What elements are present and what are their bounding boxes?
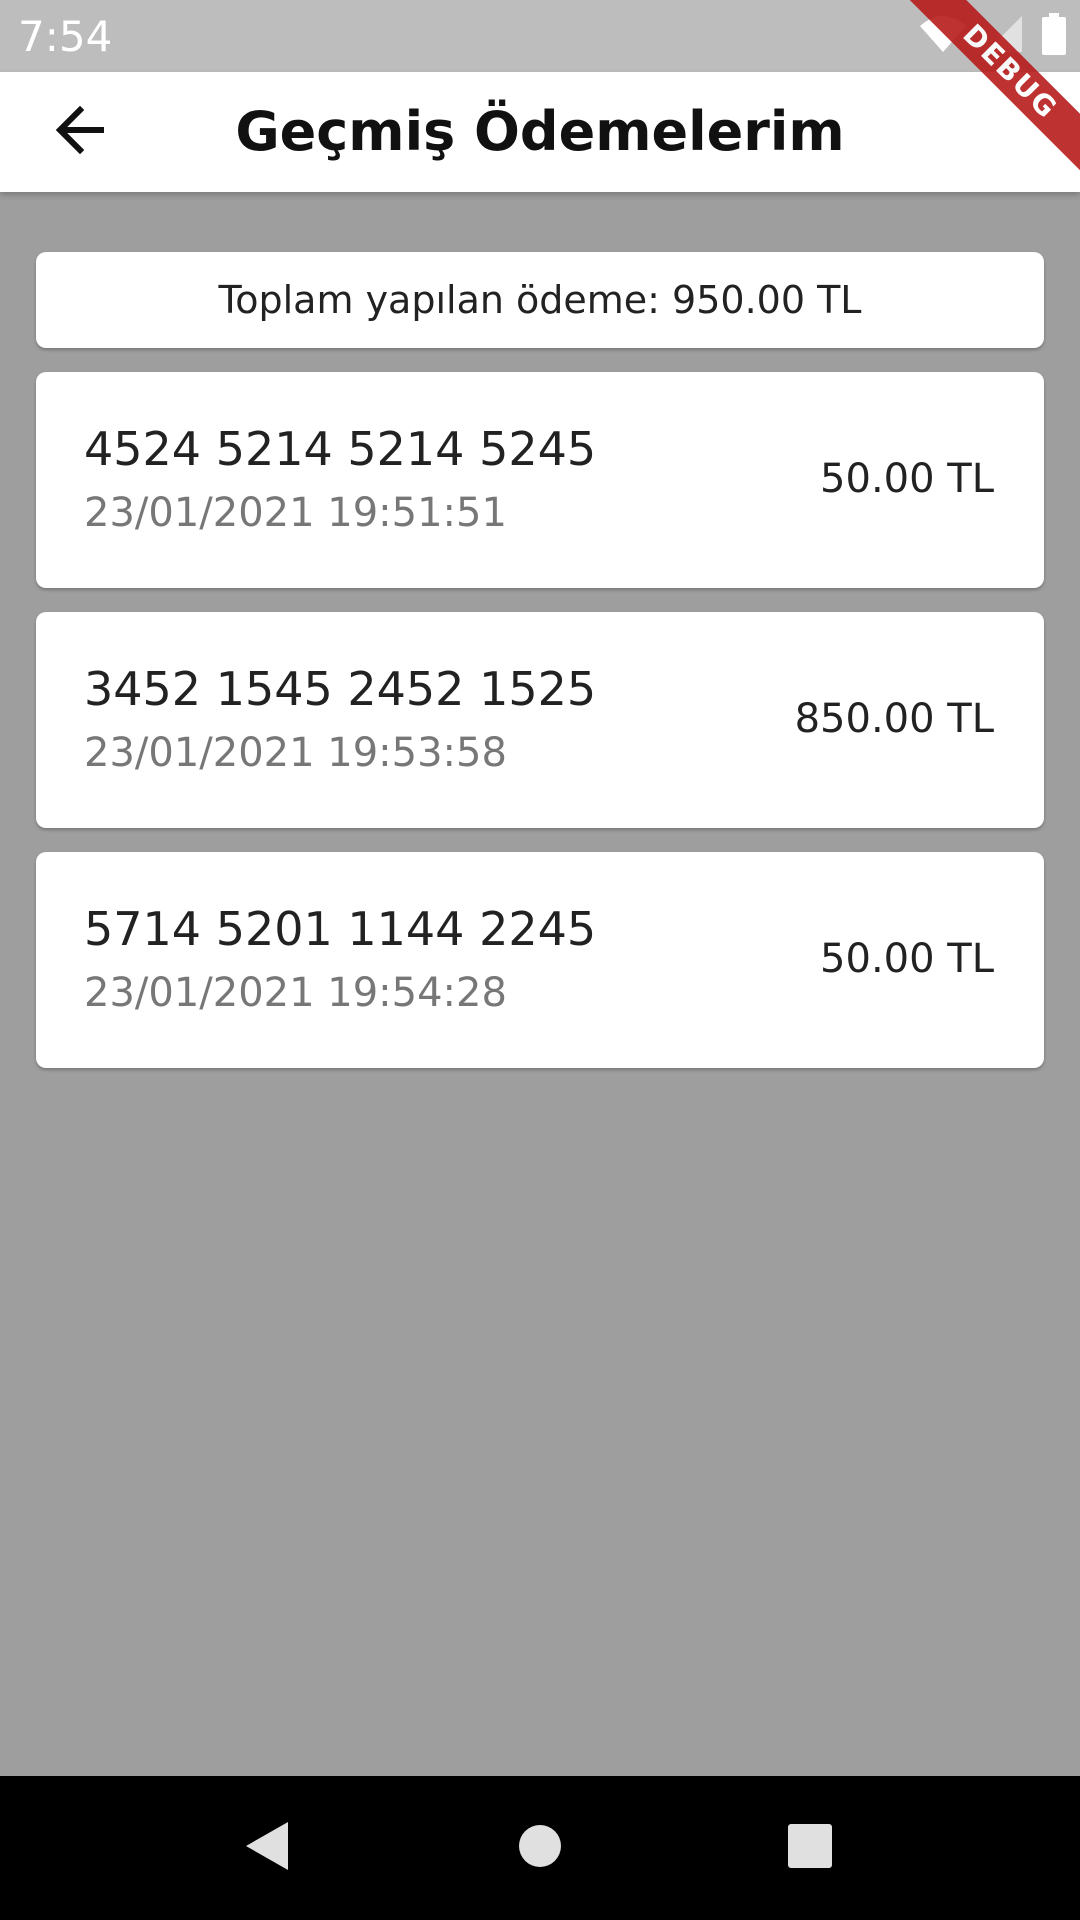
nav-recents-button[interactable]: [776, 1814, 844, 1882]
payment-amount: 850.00 TL: [794, 696, 994, 742]
payment-date: 23/01/2021 19:53:58: [84, 730, 507, 776]
status-icons: [920, 12, 1066, 60]
circle-home-icon: [517, 1823, 563, 1874]
payment-amount: 50.00 TL: [820, 456, 994, 502]
app-bar: Geçmiş Ödemelerim: [0, 72, 1080, 192]
page-title: Geçmiş Ödemelerim: [235, 100, 845, 163]
payment-card[interactable]: 4524 5214 5214 5245 23/01/2021 19:51:51 …: [36, 372, 1044, 588]
status-bar: 7:54: [0, 0, 1080, 72]
payment-date: 23/01/2021 19:51:51: [84, 490, 507, 536]
payment-date: 23/01/2021 19:54:28: [84, 970, 507, 1016]
payment-card[interactable]: 5714 5201 1144 2245 23/01/2021 19:54:28 …: [36, 852, 1044, 1068]
payment-card-number: 4524 5214 5214 5245: [84, 422, 597, 476]
payments-content: Toplam yapılan ödeme: 950.00 TL 4524 521…: [36, 252, 1044, 1068]
nav-back-button[interactable]: [232, 1814, 300, 1882]
payment-card-number: 3452 1545 2452 1525: [84, 662, 597, 716]
wifi-icon: [920, 14, 966, 59]
square-recents-icon: [786, 1822, 834, 1875]
payment-card-number: 5714 5201 1144 2245: [84, 902, 597, 956]
total-payment-card: Toplam yapılan ödeme: 950.00 TL: [36, 252, 1044, 348]
nav-home-button[interactable]: [506, 1814, 574, 1882]
signal-icon: [984, 14, 1024, 59]
payment-amount: 50.00 TL: [820, 936, 994, 982]
triangle-back-icon: [242, 1820, 290, 1877]
status-time: 7:54: [18, 12, 113, 61]
payment-card[interactable]: 3452 1545 2452 1525 23/01/2021 19:53:58 …: [36, 612, 1044, 828]
battery-icon: [1042, 12, 1066, 60]
system-nav-bar: [0, 1776, 1080, 1920]
total-payment-text: Toplam yapılan ödeme: 950.00 TL: [218, 278, 862, 322]
